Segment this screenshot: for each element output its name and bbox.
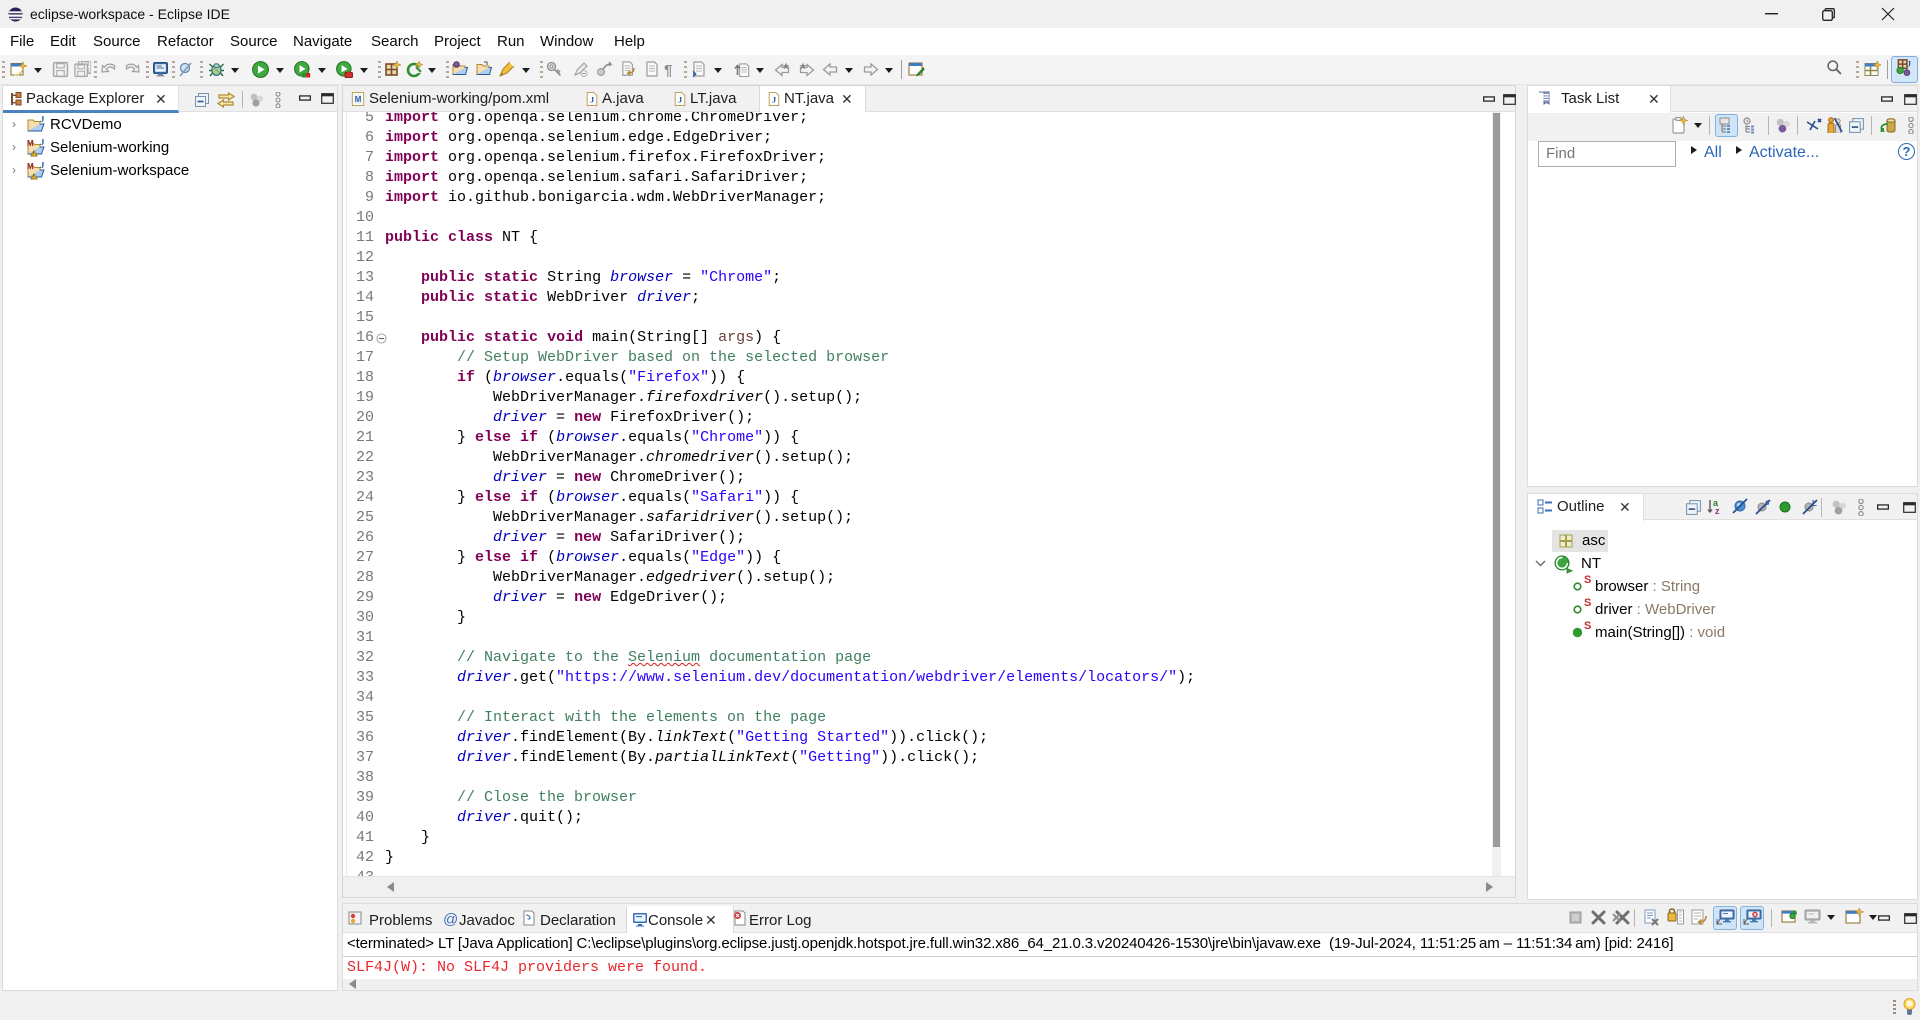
svg-text:!: !	[33, 152, 34, 158]
svg-text:M: M	[27, 139, 34, 148]
svg-text:J: J	[40, 162, 45, 170]
svg-text:J: J	[772, 95, 777, 105]
svg-text:J: J	[40, 139, 45, 147]
svg-text:J: J	[1907, 59, 1912, 69]
svg-text:!: !	[33, 175, 34, 181]
svg-text:z: z	[1715, 506, 1720, 516]
svg-text:M: M	[27, 162, 34, 171]
svg-text:M: M	[355, 95, 362, 104]
svg-text:J: J	[40, 116, 45, 124]
svg-text:J: J	[678, 95, 683, 105]
svg-text:J: J	[590, 95, 595, 105]
